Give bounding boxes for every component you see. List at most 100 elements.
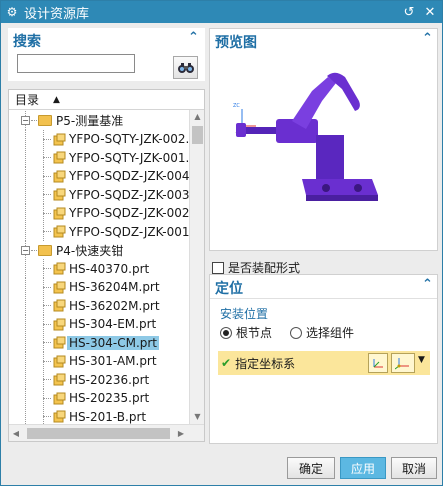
tree-body: − P5-测量基准 YFPO-SQTY-JZK-002. YFPO-SQTY-JZK-… <box>9 110 189 424</box>
tree-guide-line <box>43 138 51 140</box>
reset-icon[interactable]: ↺ <box>400 3 418 21</box>
horizontal-scrollbar[interactable]: ◀ ▶ <box>9 424 204 441</box>
scroll-left-icon[interactable]: ◀ <box>9 425 23 441</box>
part-file-icon <box>53 410 66 423</box>
tree-guide-line <box>25 370 26 389</box>
tree-part-row[interactable]: HS-36204M.prt <box>9 277 189 297</box>
tree-part-label: YFPO-SQDZ-JZK-003. <box>69 187 189 202</box>
collapse-node-icon[interactable]: − <box>21 245 30 255</box>
tree-part-label: HS-36202M.prt <box>69 298 160 313</box>
tree-part-row[interactable]: HS-40370.prt <box>9 259 189 278</box>
tree-part-label: HS-20235.prt <box>69 391 150 405</box>
csys-dropdown-icon[interactable]: ▼ <box>418 355 425 365</box>
csys-inference-icon <box>395 358 409 370</box>
csys-dialog-icon <box>373 359 383 368</box>
part-file-icon <box>53 373 66 386</box>
tree-part-row[interactable]: YFPO-SQDZ-JZK-003. <box>9 185 189 204</box>
tree-guide-line <box>25 203 26 223</box>
tree-part-row[interactable]: HS-304-EM.prt <box>9 314 189 334</box>
scroll-down-icon[interactable]: ▼ <box>190 410 204 424</box>
tree-part-label: YFPO-SQDZ-JZK-004. <box>69 169 189 183</box>
tree-guide-line <box>25 296 26 315</box>
tree-guide-line <box>43 323 51 325</box>
radio-select-component-label: 选择组件 <box>306 326 355 340</box>
csys-dialog-button[interactable] <box>368 353 388 373</box>
radio-root-node[interactable]: 根节点 <box>220 324 272 341</box>
tree-part-row[interactable]: HS-36202M.prt <box>9 296 189 315</box>
tree-part-row[interactable]: YFPO-SQTY-JZK-001. <box>9 148 189 167</box>
radio-root-node-circle[interactable] <box>220 326 232 339</box>
tree-folder-row[interactable]: − P5-测量基准 <box>9 111 189 130</box>
csys-inference-button[interactable] <box>391 353 415 373</box>
part-file-icon <box>53 133 66 145</box>
install-location-label: 安装位置 <box>220 307 269 321</box>
tree-guide-line <box>43 416 51 417</box>
tree-column-header[interactable]: 目录 ▲ <box>9 90 204 110</box>
design-library-window: ⚙ 设计资源库 ↺ ✕ 搜索 ⌃ 目录 ▲ − P5-测量基准 YFPO-SQTY-… <box>0 0 443 486</box>
scroll-right-icon[interactable]: ▶ <box>174 425 188 441</box>
tree-part-label: YFPO-SQDZ-JZK-001. <box>69 224 189 239</box>
collapse-search-icon[interactable]: ⌃ <box>188 30 199 45</box>
sort-up-icon: ▲ <box>53 94 60 105</box>
tree-part-row[interactable]: YFPO-SQDZ-JZK-002. <box>9 203 189 223</box>
folder-icon <box>38 115 52 126</box>
part-file-icon <box>53 299 66 312</box>
position-header: 定位 ⌃ <box>210 275 437 299</box>
collapse-position-icon[interactable]: ⌃ <box>422 277 433 292</box>
radio-select-component[interactable]: 选择组件 <box>290 324 354 341</box>
search-panel: 搜索 ⌃ <box>8 28 205 81</box>
tree-guide-line <box>43 212 51 214</box>
search-input[interactable] <box>17 54 135 73</box>
preview-panel: 预览图 ⌃ ZC <box>209 28 438 251</box>
collapse-preview-icon[interactable]: ⌃ <box>422 31 433 46</box>
tree-guide-line <box>25 388 26 408</box>
assembly-checkbox-box[interactable] <box>212 261 224 274</box>
tree-part-row[interactable]: HS-301-AM.prt <box>9 351 189 371</box>
tree-part-row[interactable]: HS-20236.prt <box>9 370 189 389</box>
tree-part-label: HS-201-B.prt <box>69 409 147 424</box>
tree-part-row[interactable]: HS-304-CM.prt <box>9 333 189 352</box>
tree-part-row[interactable]: YFPO-SQDZ-JZK-001. <box>9 222 189 241</box>
scroll-up-icon[interactable]: ▲ <box>190 110 204 124</box>
collapse-node-icon[interactable]: − <box>21 116 30 125</box>
tree-guide-line <box>25 129 26 149</box>
tree-part-row[interactable]: YFPO-SQTY-JZK-002. <box>9 129 189 149</box>
check-icon: ✔ <box>221 356 232 370</box>
tree-guide-line <box>25 314 26 334</box>
tree-folder-row[interactable]: − P4-快速夹钳 <box>9 240 189 260</box>
tree-part-row[interactable]: YFPO-SQDZ-JZK-004. <box>9 166 189 186</box>
tree-part-label: HS-301-AM.prt <box>69 354 157 368</box>
horizontal-scroll-thumb[interactable] <box>27 428 170 439</box>
radio-select-component-circle[interactable] <box>290 326 302 339</box>
specify-csys-row[interactable]: ✔ 指定坐标系 ▼ <box>218 351 430 375</box>
apply-button[interactable]: 应用 <box>340 457 386 479</box>
search-button[interactable] <box>173 56 198 79</box>
close-icon[interactable]: ✕ <box>421 3 439 21</box>
tree-guide-line <box>25 148 26 167</box>
tree-guide-line <box>43 175 51 177</box>
binoculars-icon <box>177 62 194 73</box>
part-file-icon <box>53 355 66 367</box>
tree-part-row[interactable]: HS-20235.prt <box>9 388 189 408</box>
radio-root-node-label: 根节点 <box>236 326 273 340</box>
vertical-scroll-thumb[interactable] <box>192 126 203 144</box>
tree-guide-line <box>43 268 51 269</box>
tree-guide-line <box>43 397 51 399</box>
tree-part-label: YFPO-SQTY-JZK-001. <box>69 150 189 165</box>
tree-guide-line <box>25 222 26 241</box>
tree-guide-line <box>31 120 37 121</box>
part-file-icon <box>53 225 66 238</box>
tree-guide-line <box>43 360 51 362</box>
cancel-button[interactable]: 取消 <box>391 457 437 479</box>
gear-icon: ⚙ <box>6 5 18 19</box>
part-file-icon <box>53 336 66 349</box>
part-file-icon <box>53 207 66 219</box>
ok-button[interactable]: 确定 <box>287 457 335 479</box>
tree-part-label: YFPO-SQDZ-JZK-002. <box>69 206 189 220</box>
vertical-scrollbar[interactable]: ▲ ▼ <box>189 110 204 424</box>
specify-csys-label: 指定坐标系 <box>235 356 296 371</box>
tree-guide-line <box>25 166 26 186</box>
tree-guide-line <box>25 259 26 278</box>
tree-part-row[interactable]: HS-201-B.prt <box>9 407 189 424</box>
tree-part-label: HS-20236.prt <box>69 372 150 387</box>
